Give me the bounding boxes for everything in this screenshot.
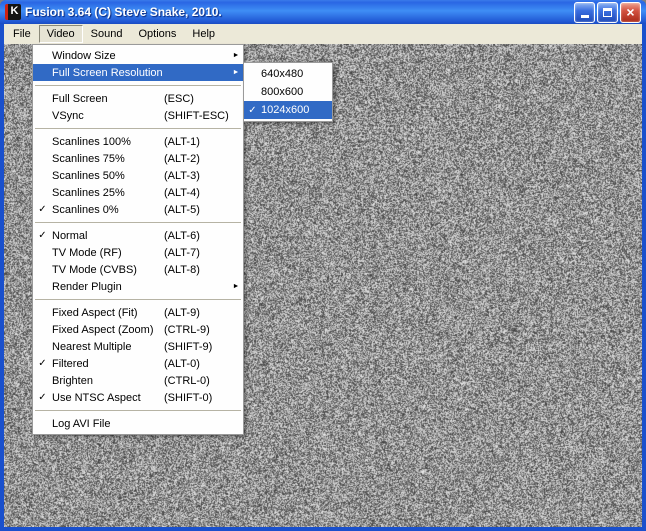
fullscreen-resolution-submenu: 640x480 800x600 ✓ 1024x600 (243, 62, 333, 122)
menu-item-label: Nearest Multiple (52, 341, 164, 353)
window-controls: × (574, 2, 641, 23)
menu-item-label: Fixed Aspect (Fit) (52, 307, 164, 319)
video-menu-item-tv-mode-cvbs[interactable]: TV Mode (CVBS) (ALT-8) (33, 261, 243, 278)
menu-item-label: TV Mode (RF) (52, 247, 164, 259)
menu-item-shortcut: (SHIFT-0) (164, 392, 229, 404)
menu-item-shortcut: (ALT-1) (164, 136, 229, 148)
video-menu-item-scanlines-25[interactable]: Scanlines 25% (ALT-4) (33, 184, 243, 201)
menu-item-label: TV Mode (CVBS) (52, 264, 164, 276)
menu-item-label: 800x600 (261, 86, 332, 98)
menu-separator (35, 410, 241, 411)
video-menu-item-fixed-aspect-zoom[interactable]: Fixed Aspect (Zoom) (CTRL-9) (33, 321, 243, 338)
video-menu-item-log-avi-file[interactable]: Log AVI File (33, 415, 243, 432)
menu-item-label: Brighten (52, 375, 164, 387)
video-menu-item-use-ntsc-aspect[interactable]: ✓ Use NTSC Aspect (SHIFT-0) (33, 389, 243, 406)
submenu-item-1024x600[interactable]: ✓ 1024x600 (244, 101, 332, 119)
check-icon: ✓ (244, 102, 261, 119)
menu-item-label: Fixed Aspect (Zoom) (52, 324, 164, 336)
video-menu-item-scanlines-50[interactable]: Scanlines 50% (ALT-3) (33, 167, 243, 184)
submenu-item-640x480[interactable]: 640x480 (244, 65, 332, 83)
menubar-item-file[interactable]: File (5, 25, 39, 43)
menu-item-shortcut: (ESC) (164, 93, 229, 105)
check-icon: ✓ (33, 389, 52, 406)
menu-item-label: Scanlines 75% (52, 153, 164, 165)
menu-item-label: 640x480 (261, 68, 332, 80)
menu-item-label: Window Size (52, 50, 164, 62)
titlebar[interactable]: K Fusion 3.64 (C) Steve Snake, 2010. × (0, 0, 646, 24)
video-menu-item-scanlines-75[interactable]: Scanlines 75% (ALT-2) (33, 150, 243, 167)
video-menu-item-window-size[interactable]: Window Size ► (33, 47, 243, 64)
menubar-item-help[interactable]: Help (184, 25, 223, 43)
menu-separator (35, 299, 241, 300)
menu-item-label: Scanlines 100% (52, 136, 164, 148)
menu-item-label: Filtered (52, 358, 164, 370)
menu-item-shortcut: (ALT-6) (164, 230, 229, 242)
menu-item-shortcut: (ALT-2) (164, 153, 229, 165)
menu-item-shortcut: (ALT-5) (164, 204, 229, 216)
video-menu-item-scanlines-0[interactable]: ✓ Scanlines 0% (ALT-5) (33, 201, 243, 218)
video-menu: Window Size ► Full Screen Resolution ► Full … (32, 44, 244, 435)
menu-item-label: Render Plugin (52, 281, 164, 293)
submenu-arrow-icon: ► (229, 64, 243, 81)
menu-item-shortcut: (CTRL-0) (164, 375, 229, 387)
menu-item-label: Use NTSC Aspect (52, 392, 164, 404)
video-menu-item-nearest-multiple[interactable]: Nearest Multiple (SHIFT-9) (33, 338, 243, 355)
menu-item-shortcut: (ALT-0) (164, 358, 229, 370)
menubar: File Video Sound Options Help (4, 24, 642, 44)
menubar-item-sound[interactable]: Sound (83, 25, 131, 43)
check-icon: ✓ (33, 227, 52, 244)
menu-item-shortcut: (ALT-4) (164, 187, 229, 199)
video-menu-item-full-screen[interactable]: Full Screen (ESC) (33, 90, 243, 107)
menu-item-shortcut: (SHIFT-ESC) (164, 110, 229, 122)
menu-item-label: Scanlines 50% (52, 170, 164, 182)
menu-item-shortcut: (ALT-9) (164, 307, 229, 319)
video-menu-item-full-screen-resolution[interactable]: Full Screen Resolution ► (33, 64, 243, 81)
video-menu-item-scanlines-100[interactable]: Scanlines 100% (ALT-1) (33, 133, 243, 150)
check-icon: ✓ (33, 201, 52, 218)
menu-item-label: Scanlines 0% (52, 204, 164, 216)
video-menu-item-filtered[interactable]: ✓ Filtered (ALT-0) (33, 355, 243, 372)
minimize-button[interactable] (574, 2, 595, 23)
menubar-item-options[interactable]: Options (130, 25, 184, 43)
close-button[interactable]: × (620, 2, 641, 23)
submenu-arrow-icon: ► (229, 47, 243, 64)
video-menu-item-brighten[interactable]: Brighten (CTRL-0) (33, 372, 243, 389)
close-icon: × (626, 5, 634, 19)
menu-item-shortcut: (ALT-7) (164, 247, 229, 259)
menu-item-shortcut: (ALT-3) (164, 170, 229, 182)
menu-separator (35, 85, 241, 86)
maximize-button[interactable] (597, 2, 618, 23)
menu-item-label: Log AVI File (52, 418, 164, 430)
video-menu-item-vsync[interactable]: VSync (SHIFT-ESC) (33, 107, 243, 124)
video-menu-item-render-plugin[interactable]: Render Plugin ► (33, 278, 243, 295)
minimize-icon (581, 15, 589, 18)
maximize-icon (603, 8, 612, 17)
menu-item-label: Full Screen (52, 93, 164, 105)
menu-separator (35, 128, 241, 129)
menu-item-label: Full Screen Resolution (52, 67, 164, 79)
menu-item-shortcut: (CTRL-9) (164, 324, 229, 336)
app-window: K Fusion 3.64 (C) Steve Snake, 2010. × F… (0, 0, 646, 531)
check-icon: ✓ (33, 355, 52, 372)
menu-item-label: Scanlines 25% (52, 187, 164, 199)
submenu-item-800x600[interactable]: 800x600 (244, 83, 332, 101)
video-menu-item-normal[interactable]: ✓ Normal (ALT-6) (33, 227, 243, 244)
menubar-item-video[interactable]: Video (39, 25, 83, 43)
window-title: Fusion 3.64 (C) Steve Snake, 2010. (25, 5, 574, 19)
submenu-arrow-icon: ► (229, 278, 243, 295)
menu-item-shortcut: (ALT-8) (164, 264, 229, 276)
menu-separator (35, 222, 241, 223)
menu-item-label: Normal (52, 230, 164, 242)
video-menu-item-fixed-aspect-fit[interactable]: Fixed Aspect (Fit) (ALT-9) (33, 304, 243, 321)
menu-item-shortcut: (SHIFT-9) (164, 341, 229, 353)
video-menu-item-tv-mode-rf[interactable]: TV Mode (RF) (ALT-7) (33, 244, 243, 261)
menu-item-label: 1024x600 (261, 104, 332, 116)
app-icon[interactable]: K (5, 4, 21, 20)
menu-item-label: VSync (52, 110, 164, 122)
